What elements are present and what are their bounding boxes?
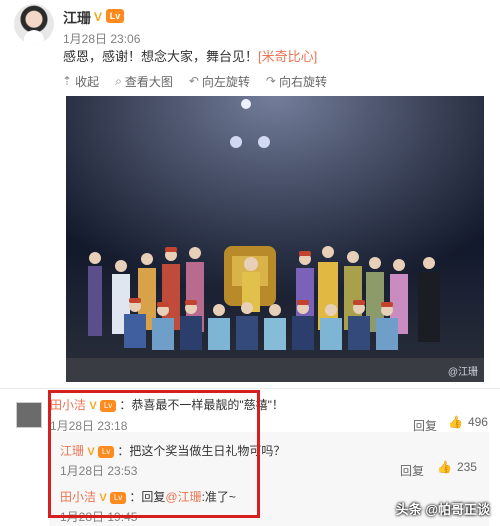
comment-like-button[interactable]: 👍 496 (448, 415, 488, 429)
rotate-right-icon: ↷ (265, 74, 276, 88)
reply-reply-button[interactable]: 回复 (400, 462, 424, 479)
media-toolbar: ⇡ 收起 ⌕ 查看大图 ↶ 向左旋转 ↷ 向右旋转 (62, 70, 327, 92)
collapse-icon: ⇡ (62, 74, 73, 88)
thumbs-up-icon: 👍 (437, 460, 452, 474)
level-badge-icon: Lv (106, 9, 124, 23)
post-text-body: 感恩，感谢！想念大家，舞台见！ (63, 49, 259, 64)
post-emoji-tag[interactable]: [米奇比心] (258, 49, 317, 64)
reply-like-button[interactable]: 👍 235 (437, 460, 477, 474)
photo-watermark: @江珊 (447, 367, 478, 378)
divider (0, 388, 500, 389)
rotate-left-icon: ↶ (188, 74, 199, 88)
source-watermark: 头条 @帕哥正谈 (395, 502, 490, 517)
comment-avatar[interactable] (16, 402, 42, 428)
view-large-button[interactable]: ⌕ 查看大图 (115, 73, 173, 90)
zoom-icon: ⌕ (115, 73, 122, 88)
post-photo[interactable]: @江珊 (66, 96, 484, 382)
post-time[interactable]: 1月28日 23:06 (63, 30, 140, 47)
stage-photo-illustration (66, 96, 484, 382)
rotate-left-button[interactable]: ↶ 向左旋转 (189, 73, 250, 90)
post-avatar[interactable] (14, 4, 54, 44)
verified-icon: V (94, 10, 103, 24)
rotate-right-button[interactable]: ↷ 向右旋转 (266, 73, 327, 90)
reply-like-count: 235 (456, 460, 477, 474)
highlight-box (48, 390, 260, 518)
post-username[interactable]: 江珊 (63, 8, 91, 28)
collapse-button[interactable]: ⇡ 收起 (62, 73, 99, 90)
weibo-post: 江珊 V Lv 1月28日 23:06 感恩，感谢！想念大家，舞台见！[米奇比心… (0, 0, 500, 526)
post-text: 感恩，感谢！想念大家，舞台见！[米奇比心] (63, 46, 317, 65)
comment-like-count: 496 (467, 415, 488, 429)
thumbs-up-icon: 👍 (448, 415, 463, 429)
